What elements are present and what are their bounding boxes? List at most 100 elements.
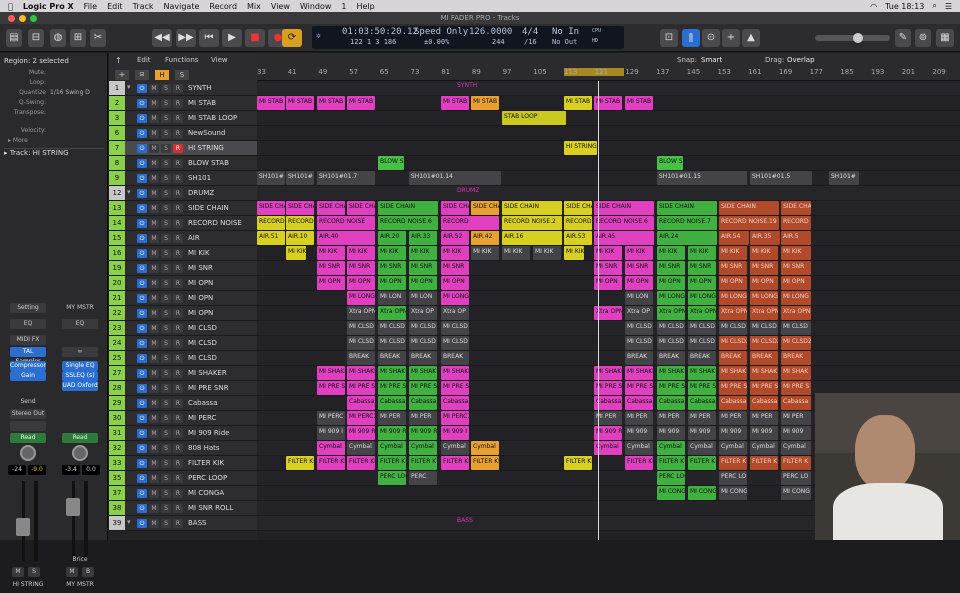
region[interactable]: MI SNR (347, 261, 375, 275)
region[interactable]: MI LONG (347, 291, 375, 305)
track-power-icon[interactable]: ⏻ (137, 399, 147, 408)
region[interactable]: MI PRE S (750, 381, 778, 395)
track-record-button[interactable]: R (173, 324, 183, 333)
region[interactable]: MI CLSD2 (750, 336, 778, 350)
track-record-button[interactable]: R (173, 459, 183, 468)
track-header-row[interactable]: 38 ⏻ M S R MI SNR ROLL (109, 501, 257, 516)
region[interactable]: HI STRING (564, 141, 597, 155)
quantize-row[interactable]: Quantize 1/16 Swing D (0, 89, 108, 99)
region[interactable]: MI 909 Rid (378, 426, 406, 440)
region[interactable]: FILTER K (657, 456, 685, 470)
quantize-value[interactable]: 1/16 Swing D (50, 89, 90, 96)
track-mute-button[interactable]: M (149, 474, 159, 483)
region[interactable]: Cymbal (471, 441, 499, 455)
track-power-icon[interactable]: ⏻ (137, 219, 147, 228)
track-power-icon[interactable]: ⏻ (137, 414, 147, 423)
region[interactable]: RECORD (286, 216, 314, 230)
region[interactable]: MI PERC1 (347, 411, 375, 425)
region[interactable]: RECORD (257, 216, 285, 230)
region-mute-row[interactable]: Mute: (0, 69, 108, 79)
track-power-icon[interactable]: ⏻ (137, 444, 147, 453)
track-header-row[interactable]: 24 ⏻ M S R MI CLSD (109, 336, 257, 351)
region[interactable]: MI SHAK (750, 366, 778, 380)
region[interactable]: MI CLSD (409, 336, 437, 350)
track-name[interactable]: AIR (188, 231, 200, 245)
track-mute-button[interactable]: M (149, 174, 159, 183)
track-name[interactable]: MI OPN (188, 276, 213, 290)
region[interactable]: FILTER K (688, 456, 716, 470)
region[interactable]: MI SNR (625, 261, 653, 275)
region[interactable]: AIR.10 (286, 231, 314, 245)
track-power-icon[interactable]: ⏻ (137, 459, 147, 468)
track-header-row[interactable]: 7 ⏻ M S R HI STRING (109, 141, 257, 156)
track-solo-button[interactable]: S (161, 129, 171, 138)
region[interactable]: MI OPN (657, 276, 685, 290)
track-mute-button[interactable]: M (149, 489, 159, 498)
track-solo-button[interactable]: S (161, 114, 171, 123)
list-editors-icon[interactable]: ⊡ (660, 29, 678, 47)
hide-button[interactable]: H (155, 70, 169, 80)
menu-1[interactable]: 1 (341, 2, 346, 11)
menu-navigate[interactable]: Navigate (164, 2, 200, 11)
global-tracks-icon[interactable]: ⊟ (135, 70, 149, 80)
region[interactable]: RECORD NOISE (317, 216, 375, 230)
track-name[interactable]: MI 909 Ride (188, 426, 229, 440)
track-name[interactable]: HI STRING (188, 141, 224, 155)
track-name[interactable]: MI CLSD (188, 336, 217, 350)
region[interactable]: MI KIK (286, 246, 306, 260)
region[interactable]: Cymbal (441, 441, 469, 455)
track-name[interactable]: MI STAB LOOP (188, 111, 237, 125)
track-header-row[interactable]: 35 ⏻ M S R PERC LOOP (109, 471, 257, 486)
track-solo-button[interactable]: S (161, 159, 171, 168)
region[interactable]: MI CLSD (441, 321, 469, 335)
region[interactable]: FILTER KI (625, 456, 653, 470)
track-power-icon[interactable]: ⏻ (137, 114, 147, 123)
region[interactable]: RECORD NOISE.2 (502, 216, 562, 230)
region[interactable]: BREAK (347, 351, 375, 365)
drag-dropdown[interactable]: Overlap (787, 56, 815, 64)
link-icon[interactable]: ∞ (62, 347, 98, 357)
to-start-button[interactable]: ⏮ (199, 29, 219, 47)
region[interactable]: MI 909 I (317, 426, 345, 440)
track-name[interactable]: RECORD NOISE (188, 216, 242, 230)
track-name[interactable]: 808 Hats (188, 441, 220, 455)
region[interactable]: MI STAB (471, 96, 499, 110)
track-power-icon[interactable]: ⏻ (137, 249, 147, 258)
track-record-button[interactable]: R (173, 399, 183, 408)
track-record-button[interactable]: R (173, 309, 183, 318)
track-solo-button[interactable]: S (161, 489, 171, 498)
region[interactable]: PERC LOO (378, 471, 406, 485)
track-record-button[interactable]: R (173, 489, 183, 498)
region[interactable]: FILTER K (719, 456, 747, 470)
region[interactable]: Xtra OPN (657, 306, 685, 320)
region[interactable]: MI KIK (409, 246, 437, 260)
region[interactable]: BLOW ST (657, 156, 683, 170)
track-record-button[interactable]: R (173, 294, 183, 303)
region[interactable]: AIR.53 (564, 231, 592, 245)
track-mute-button[interactable]: M (149, 204, 159, 213)
region[interactable]: SIDE CHA (286, 201, 314, 215)
track-record-button[interactable]: R (173, 99, 183, 108)
region[interactable]: Cymbal (625, 441, 653, 455)
region[interactable]: SH101# (829, 171, 859, 185)
track-solo-button[interactable]: S (161, 369, 171, 378)
automation-read-button[interactable]: Read (10, 433, 46, 443)
track-solo-button[interactable]: S (161, 519, 171, 528)
region[interactable]: MI CLSD2 (781, 336, 811, 350)
region[interactable]: MI SNR (719, 261, 747, 275)
region[interactable]: FILTER KI (564, 456, 592, 470)
region[interactable]: MI SHAK (688, 366, 716, 380)
region[interactable]: MI LONG (719, 291, 747, 305)
track-power-icon[interactable]: ⏻ (137, 129, 147, 138)
master-plugin-3[interactable]: UAD Oxford (62, 381, 98, 391)
region[interactable]: RECORD NOISE.19 (719, 216, 779, 230)
track-mute-button[interactable]: M (149, 519, 159, 528)
region[interactable]: AIR.5 (781, 231, 811, 245)
region[interactable]: SH101# (286, 171, 314, 185)
region[interactable]: Xtra OPN (781, 306, 811, 320)
track-mute-button[interactable]: M (149, 354, 159, 363)
track-record-button[interactable]: R (173, 519, 183, 528)
region[interactable]: FILTER KI (317, 456, 345, 470)
region[interactable]: MI CLSD (781, 321, 811, 335)
region[interactable]: MI CLSD (625, 336, 653, 350)
